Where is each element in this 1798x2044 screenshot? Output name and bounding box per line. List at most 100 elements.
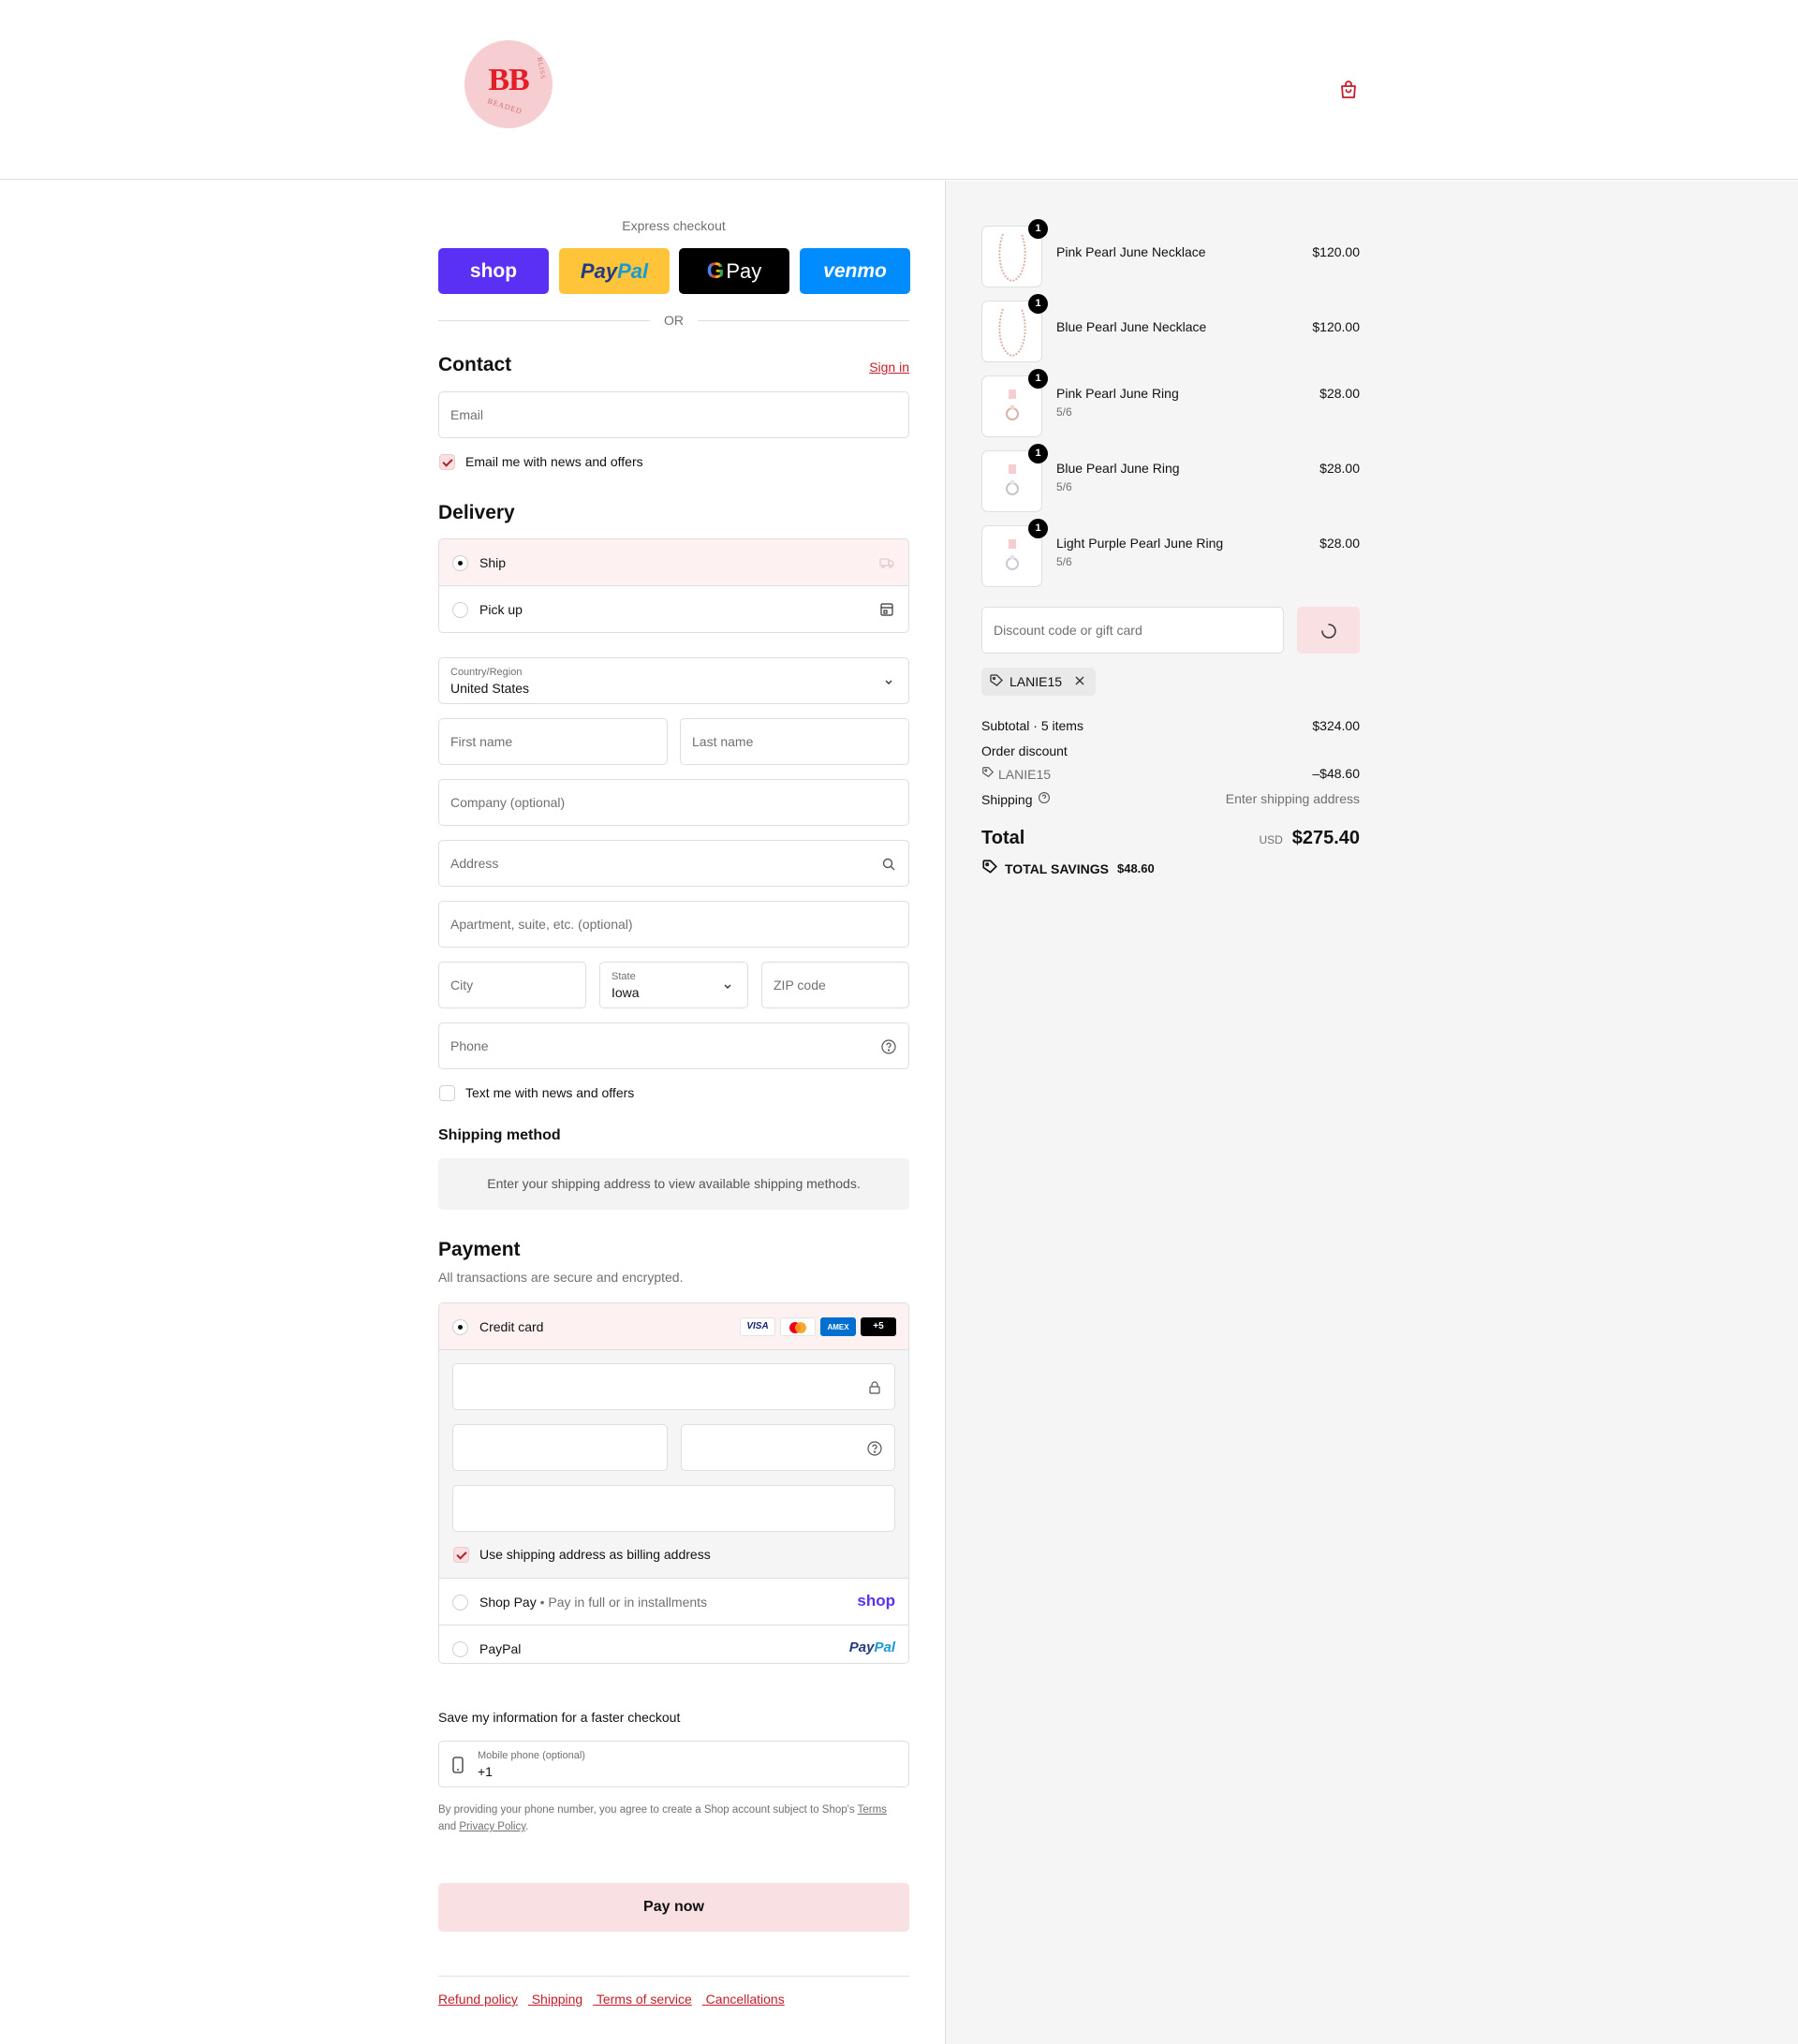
order-discount-row: Order discount	[981, 743, 1068, 758]
pickup-radio[interactable]	[452, 602, 468, 618]
mobile-phone-field[interactable]: Mobile phone (optional) +1	[438, 1741, 909, 1787]
billing-same-checkbox[interactable]	[453, 1547, 469, 1563]
item-variant: 5/6	[1056, 555, 1072, 568]
pay-now-button[interactable]: Pay now	[438, 1883, 909, 1932]
payment-method-group: Credit card VISA AMEX +5 Use shipping ad…	[438, 1302, 909, 1664]
company-field[interactable]: Company (optional)	[438, 779, 909, 826]
refund-policy-link[interactable]: Refund policy	[438, 1992, 518, 2007]
total-label: Total	[981, 828, 1025, 848]
google-g-icon: G	[706, 257, 725, 284]
line-item: 1	[981, 369, 1360, 437]
email-news-checkbox[interactable]	[439, 454, 455, 470]
billing-same-label: Use shipping address as billing address	[479, 1547, 711, 1562]
logo-text: BEADED	[486, 96, 523, 116]
subtotal-row: Subtotal · 5 items $324.00	[981, 718, 1360, 733]
payment-option-shop-pay[interactable]: Shop Pay • Pay in full or in installment…	[439, 1579, 908, 1625]
credit-card-form: Use shipping address as billing address	[439, 1350, 908, 1579]
shipping-value: Enter shipping address	[1225, 791, 1360, 806]
truck-icon	[878, 554, 895, 574]
payment-title: Payment	[438, 1239, 521, 1260]
discount-code-input[interactable]: Discount code or gift card	[981, 607, 1284, 654]
first-name-field[interactable]: First name	[438, 718, 668, 765]
shipping-method-info: Enter your shipping address to view avai…	[438, 1158, 909, 1210]
item-name: Pink Pearl June Ring	[1056, 386, 1179, 401]
zip-field[interactable]: ZIP code	[761, 962, 909, 1008]
item-price: $120.00	[1312, 244, 1360, 259]
delivery-option-pickup[interactable]: Pick up	[439, 586, 908, 632]
ship-radio[interactable]	[452, 555, 468, 571]
discount-code-row: LANIE15 –$48.60	[981, 766, 1360, 782]
shop-pay-radio[interactable]	[452, 1595, 468, 1610]
state-select[interactable]: State Iowa	[599, 962, 748, 1008]
shop-pay-express-button[interactable]: shop	[438, 248, 549, 294]
tag-icon	[989, 673, 1004, 691]
shipping-policy-link[interactable]: Shipping	[532, 1992, 583, 2007]
mobile-phone-icon	[450, 1756, 465, 1777]
amex-logo: AMEX	[820, 1317, 856, 1336]
venmo-express-button[interactable]: venmo	[800, 248, 910, 294]
cancellations-link[interactable]: Cancellations	[706, 1992, 785, 2007]
total-savings-row: TOTAL SAVINGS $48.60	[981, 859, 1360, 878]
item-price: $28.00	[1319, 536, 1360, 551]
more-cards-badge: +5	[861, 1317, 896, 1336]
shipping-row: Shipping Enter shipping address	[981, 791, 1360, 807]
quantity-badge: 1	[1028, 444, 1048, 463]
save-info-title: Save my information for a faster checkou…	[438, 1710, 681, 1725]
security-code-field[interactable]	[681, 1424, 895, 1471]
chevron-down-icon	[880, 673, 897, 690]
text-news-checkbox[interactable]	[439, 1085, 455, 1101]
quantity-badge: 1	[1028, 219, 1048, 239]
line-item: 1	[981, 444, 1360, 512]
card-number-field[interactable]	[452, 1363, 895, 1410]
item-name: Blue Pearl June Ring	[1056, 461, 1180, 476]
terms-link[interactable]: Terms	[858, 1804, 887, 1816]
sign-in-link[interactable]: Sign in	[869, 360, 909, 375]
country-select[interactable]: Country/Region United States	[438, 657, 909, 704]
shop-pay-logo: shop	[857, 1592, 895, 1610]
applied-discount-chip: LANIE15	[981, 668, 1097, 696]
payment-option-paypal[interactable]: PayPal PayPal	[439, 1625, 908, 1663]
help-circle-icon[interactable]	[866, 1440, 883, 1457]
visa-logo: VISA	[740, 1317, 775, 1336]
quantity-badge: 1	[1028, 369, 1048, 389]
item-price: $28.00	[1319, 461, 1360, 476]
help-circle-icon[interactable]	[1038, 791, 1051, 807]
credit-card-radio[interactable]	[452, 1319, 468, 1335]
search-icon	[880, 856, 897, 873]
address-field[interactable]: Address	[438, 840, 909, 887]
apartment-field[interactable]: Apartment, suite, etc. (optional)	[438, 901, 909, 948]
email-news-label: Email me with news and offers	[465, 454, 643, 469]
city-field[interactable]: City	[438, 962, 586, 1008]
terms-of-service-link[interactable]: Terms of service	[597, 1992, 692, 2007]
mastercard-logo	[780, 1317, 816, 1336]
contact-title: Contact	[438, 354, 512, 375]
name-on-card-field[interactable]	[452, 1485, 895, 1532]
email-field[interactable]: Email	[438, 391, 909, 438]
chevron-down-icon	[719, 978, 736, 994]
total-value: $275.40	[1291, 828, 1360, 848]
paypal-express-button[interactable]: Pay Pal	[559, 248, 670, 294]
store-logo[interactable]: BB BEADED BLISS	[464, 40, 553, 128]
lock-icon	[866, 1379, 883, 1396]
subtotal-value: $324.00	[1312, 718, 1360, 733]
apply-discount-button[interactable]	[1297, 607, 1360, 654]
item-variant: 5/6	[1056, 405, 1072, 419]
phone-field[interactable]: Phone	[438, 1022, 909, 1069]
remove-discount-icon[interactable]	[1073, 674, 1086, 690]
paypal-radio[interactable]	[452, 1641, 468, 1657]
help-circle-icon[interactable]	[880, 1038, 897, 1055]
delivery-method-group: Ship Pick up	[438, 538, 909, 633]
item-name: Pink Pearl June Necklace	[1056, 244, 1206, 259]
item-name: Light Purple Pearl June Ring	[1056, 536, 1224, 551]
text-news-label: Text me with news and offers	[465, 1085, 635, 1100]
payment-option-credit-card[interactable]: Credit card VISA AMEX +5	[439, 1303, 908, 1350]
item-price: $28.00	[1319, 386, 1360, 401]
delivery-option-ship[interactable]: Ship	[439, 539, 908, 586]
privacy-policy-link[interactable]: Privacy Policy	[459, 1821, 525, 1832]
expiration-date-field[interactable]	[452, 1424, 668, 1471]
express-checkout-label: Express checkout	[622, 218, 726, 233]
last-name-field[interactable]: Last name	[680, 718, 909, 765]
footer-links: Refund policy Shipping Terms of service …	[438, 1992, 795, 2007]
cart-icon[interactable]	[1337, 79, 1360, 101]
google-pay-express-button[interactable]: G Pay	[679, 248, 789, 294]
